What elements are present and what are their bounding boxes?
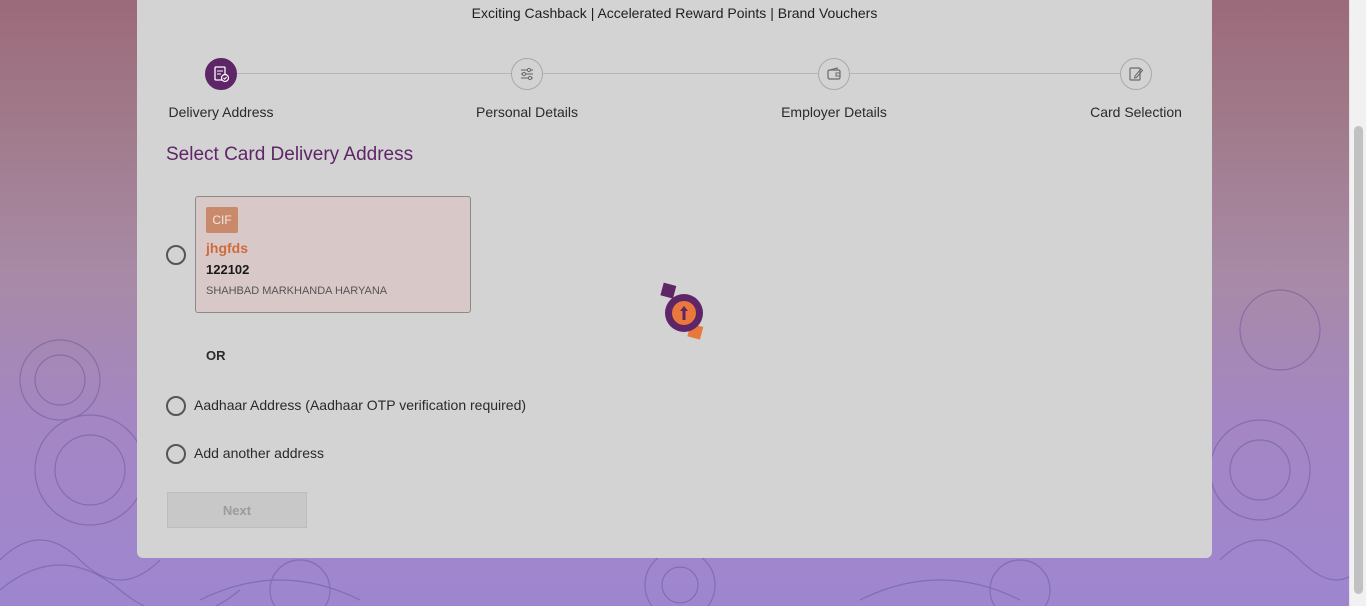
step-label: Delivery Address (168, 104, 274, 120)
step-delivery-address[interactable]: Delivery Address (121, 58, 321, 120)
next-button[interactable]: Next (167, 492, 307, 528)
scrollbar-thumb[interactable] (1354, 126, 1363, 594)
step-employer-details[interactable]: Employer Details (734, 58, 934, 120)
sliders-icon (511, 58, 543, 90)
edit-note-icon (1120, 58, 1152, 90)
step-card-selection[interactable]: Card Selection (1036, 58, 1236, 120)
step-label: Employer Details (781, 104, 887, 120)
address-radio-aadhaar[interactable] (166, 396, 186, 416)
address-name: jhgfds (206, 240, 248, 256)
page-scrollbar[interactable] (1349, 0, 1366, 606)
application-modal: Exciting Cashback | Accelerated Reward P… (137, 0, 1212, 558)
step-label: Personal Details (476, 104, 578, 120)
address-line: SHAHBAD MARKHANDA HARYANA (206, 285, 388, 297)
wallet-icon (818, 58, 850, 90)
tagline: Exciting Cashback | Accelerated Reward P… (471, 5, 878, 21)
stepper-progress-line (221, 73, 1136, 74)
or-divider: OR (206, 348, 226, 363)
step-personal-details[interactable]: Personal Details (427, 58, 627, 120)
document-check-icon (205, 58, 237, 90)
page-title: Select Card Delivery Address (166, 144, 414, 165)
add-another-address-label[interactable]: Add another address (194, 445, 324, 461)
aadhaar-address-label[interactable]: Aadhaar Address (Aadhaar OTP verificatio… (194, 397, 526, 413)
step-label: Card Selection (1090, 104, 1182, 120)
address-radio-another[interactable] (166, 444, 186, 464)
cif-badge: CIF (206, 207, 238, 233)
address-radio-cif[interactable] (166, 245, 186, 265)
loading-spinner-icon (660, 282, 704, 340)
address-card[interactable]: CIF jhgfds 122102 SHAHBAD MARKHANDA HARY… (195, 196, 471, 313)
address-pincode: 122102 (206, 262, 250, 277)
